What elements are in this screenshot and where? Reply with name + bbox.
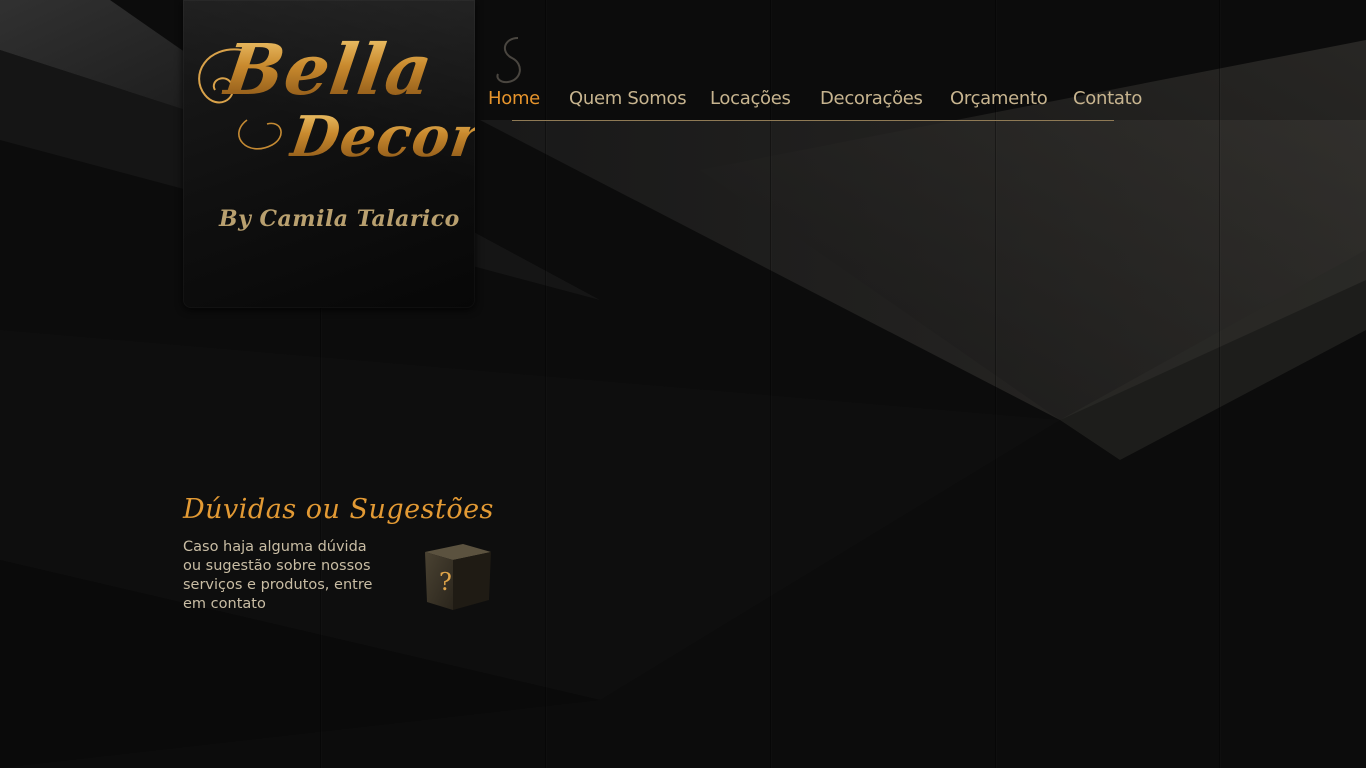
- nav-locacoes[interactable]: Locações: [710, 88, 791, 109]
- nav-contato[interactable]: Contato: [1073, 88, 1142, 109]
- logo-byline: By Camila Talarico: [219, 206, 460, 232]
- nav-divider: [512, 120, 1114, 121]
- svg-text:?: ?: [439, 568, 452, 596]
- nav-home[interactable]: Home: [488, 88, 540, 109]
- nav-orcamento[interactable]: Orçamento: [950, 88, 1048, 109]
- site-logo[interactable]: Bella Decor By Camila Talarico: [183, 0, 475, 308]
- nav-ornament-icon: [496, 37, 521, 84]
- logo-name-line2: Decor: [286, 104, 475, 170]
- nav-quem-somos[interactable]: Quem Somos: [569, 88, 687, 109]
- nav-decoracoes[interactable]: Decorações: [820, 88, 923, 109]
- help-section: Dúvidas ou Sugestões Caso haja alguma dú…: [183, 492, 503, 622]
- logo-name-line1: Bella: [219, 28, 439, 111]
- help-description: Caso haja alguma dúvida ou sugestão sobr…: [183, 539, 373, 612]
- help-title: Dúvidas ou Sugestões: [183, 494, 494, 525]
- question-box-icon[interactable]: ?: [423, 542, 493, 612]
